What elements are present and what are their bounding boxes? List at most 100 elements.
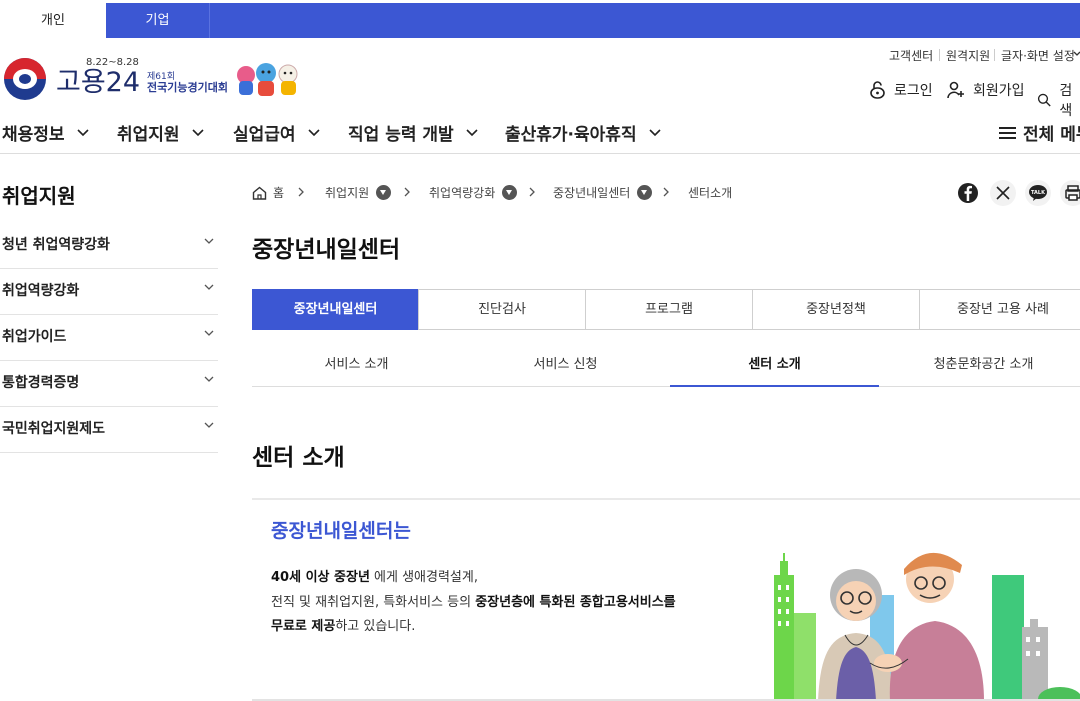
customer-center-link[interactable]: 고객센터 — [889, 47, 933, 64]
kakaotalk-icon[interactable]: TALK — [1025, 180, 1051, 206]
breadcrumb-label: 취업역량강화 — [429, 186, 496, 200]
chevron-right-icon — [529, 187, 535, 197]
gnb-label: 취업지원 — [117, 125, 180, 145]
user-type-tabs: 개인 기업 — [0, 3, 1080, 38]
subtab-service-apply[interactable]: 서비스 신청 — [461, 345, 670, 387]
gnb-item-parental-leave[interactable]: 출산휴가·육아휴직 — [505, 120, 661, 145]
sidebar-item-national-support[interactable]: 국민취업지원제도 — [0, 407, 218, 453]
chevron-down-icon — [204, 330, 214, 336]
breadcrumb-label: 홈 — [273, 186, 285, 200]
login-label: 로그인 — [894, 83, 933, 99]
chevron-down-icon — [204, 284, 214, 290]
intro-text: 전직 및 재취업지원, 특화서비스 등의 — [271, 595, 476, 610]
gnb-item-jobs[interactable]: 채용정보 — [2, 120, 89, 145]
mascot-icon — [237, 63, 298, 96]
breadcrumb-home[interactable]: 홈 — [252, 184, 284, 201]
intro-line-3: 무료로 제공하고 있습니다. — [271, 615, 415, 634]
gnb-item-employment-support[interactable]: 취업지원 — [117, 120, 204, 145]
chevron-down-icon — [204, 238, 214, 244]
search-icon — [1037, 93, 1051, 107]
event-dates: 8.22~8.28 — [86, 57, 139, 68]
chevron-down-icon — [76, 128, 89, 136]
sidebar-item-label: 취업역량강화 — [2, 283, 80, 299]
chevron-down-icon — [466, 128, 478, 136]
sidebar-title: 취업지원 — [2, 184, 76, 208]
chevron-down-icon — [649, 128, 661, 136]
intro-highlight: 40세 이상 중장년 — [271, 570, 370, 585]
gnb-label: 실업급여 — [233, 125, 296, 145]
facebook-icon[interactable] — [955, 180, 981, 206]
dropdown-icon[interactable] — [376, 185, 392, 200]
breadcrumb-label: 취업지원 — [325, 186, 370, 200]
breadcrumb-label: 중장년내일센터 — [553, 186, 631, 200]
chevron-down-icon — [204, 422, 214, 428]
tab-personal[interactable]: 개인 — [0, 3, 106, 38]
intro-line-2: 전직 및 재취업지원, 특화서비스 등의 중장년층에 특화된 종합고용서비스를 — [271, 591, 676, 610]
section-title: 센터 소개 — [252, 445, 345, 471]
intro-highlight: 중장년층에 특화된 종합고용서비스를 — [475, 595, 676, 610]
home-icon — [252, 186, 267, 200]
senior-couple-illustration — [774, 552, 1080, 701]
intro-highlight: 무료로 제공 — [271, 619, 336, 634]
lock-icon — [870, 81, 885, 99]
search-button[interactable]: 검색 — [1037, 80, 1080, 120]
sidebar-item-youth-capacity[interactable]: 청년 취업역량강화 — [0, 223, 218, 269]
print-icon[interactable] — [1060, 180, 1080, 206]
breadcrumb-label: 센터소개 — [688, 186, 733, 200]
display-settings-link[interactable]: 글자·화면 설정 — [1001, 47, 1075, 64]
tab-diagnosis[interactable]: 진단검사 — [418, 289, 586, 330]
breadcrumb-item[interactable]: 중장년내일센터 — [553, 184, 653, 201]
search-label: 검색 — [1059, 83, 1073, 119]
dropdown-icon[interactable] — [502, 185, 518, 200]
all-menu-button[interactable]: 전체 메뉴 — [999, 120, 1080, 145]
intro-title: 중장년내일센터는 — [271, 520, 411, 542]
sidebar-item-label: 국민취업지원제도 — [2, 421, 106, 437]
chevron-right-icon — [663, 187, 669, 197]
intro-line-1: 40세 이상 중장년 에게 생애경력설계, — [271, 566, 478, 585]
government-emblem-icon — [4, 58, 46, 100]
gnb-item-skills-development[interactable]: 직업 능력 개발 — [348, 120, 478, 145]
gnb-label: 출산휴가·육아휴직 — [505, 125, 637, 145]
divider — [252, 498, 1080, 500]
user-add-icon — [947, 81, 964, 99]
breadcrumb-item[interactable]: 취업역량강화 — [429, 184, 518, 201]
tab-center[interactable]: 중장년내일센터 — [252, 289, 419, 330]
subtab-center-intro[interactable]: 센터 소개 — [670, 345, 879, 387]
tab-business[interactable]: 기업 — [106, 3, 210, 38]
chevron-right-icon — [404, 187, 410, 197]
subtab-culture-space[interactable]: 청춘문화공간 소개 — [879, 345, 1080, 387]
sidebar-item-label: 통합경력증명 — [2, 375, 80, 391]
site-logo[interactable]: 고용24 — [4, 58, 140, 100]
gnb-label: 채용정보 — [2, 125, 65, 145]
main-navigation: 채용정보 취업지원 실업급여 직업 능력 개발 출산휴가·육아휴직 전체 메뉴 — [0, 116, 1080, 154]
sidebar-item-label: 취업가이드 — [2, 329, 67, 345]
sidebar-item-guide[interactable]: 취업가이드 — [0, 315, 218, 361]
gnb-label: 직업 능력 개발 — [348, 125, 454, 145]
hamburger-icon — [999, 126, 1016, 139]
x-icon[interactable] — [990, 180, 1016, 206]
chevron-down-icon — [307, 128, 320, 136]
sidebar-item-label: 청년 취업역량강화 — [2, 237, 110, 253]
chevron-right-icon — [298, 187, 304, 197]
svg-text:TALK: TALK — [1031, 190, 1046, 196]
signup-label: 회원가입 — [973, 83, 1025, 99]
tab-cases[interactable]: 중장년 고용 사례 — [919, 289, 1080, 330]
sidebar-item-capacity[interactable]: 취업역량강화 — [0, 269, 218, 315]
tab-policy[interactable]: 중장년정책 — [752, 289, 920, 330]
intro-text: 하고 있습니다. — [335, 619, 416, 634]
remote-support-link[interactable]: 원격지원 — [946, 47, 990, 64]
tab-program[interactable]: 프로그램 — [585, 289, 753, 330]
chevron-down-icon — [1073, 51, 1080, 56]
event-banner[interactable]: 전국기능경기대회 — [147, 79, 228, 95]
gnb-item-unemployment-benefits[interactable]: 실업급여 — [233, 120, 320, 145]
login-button[interactable]: 로그인 — [869, 80, 933, 100]
subtab-service-intro[interactable]: 서비스 소개 — [252, 345, 461, 387]
dropdown-icon[interactable] — [637, 185, 653, 200]
intro-text: 에게 생애경력설계, — [369, 570, 478, 585]
chevron-down-icon — [191, 128, 204, 136]
breadcrumb-item[interactable]: 취업지원 — [325, 184, 392, 201]
all-menu-label: 전체 메뉴 — [1023, 125, 1080, 145]
sidebar-item-career-certificate[interactable]: 통합경력증명 — [0, 361, 218, 407]
signup-button[interactable]: 회원가입 — [947, 80, 1025, 100]
breadcrumb-current: 센터소개 — [688, 184, 732, 201]
